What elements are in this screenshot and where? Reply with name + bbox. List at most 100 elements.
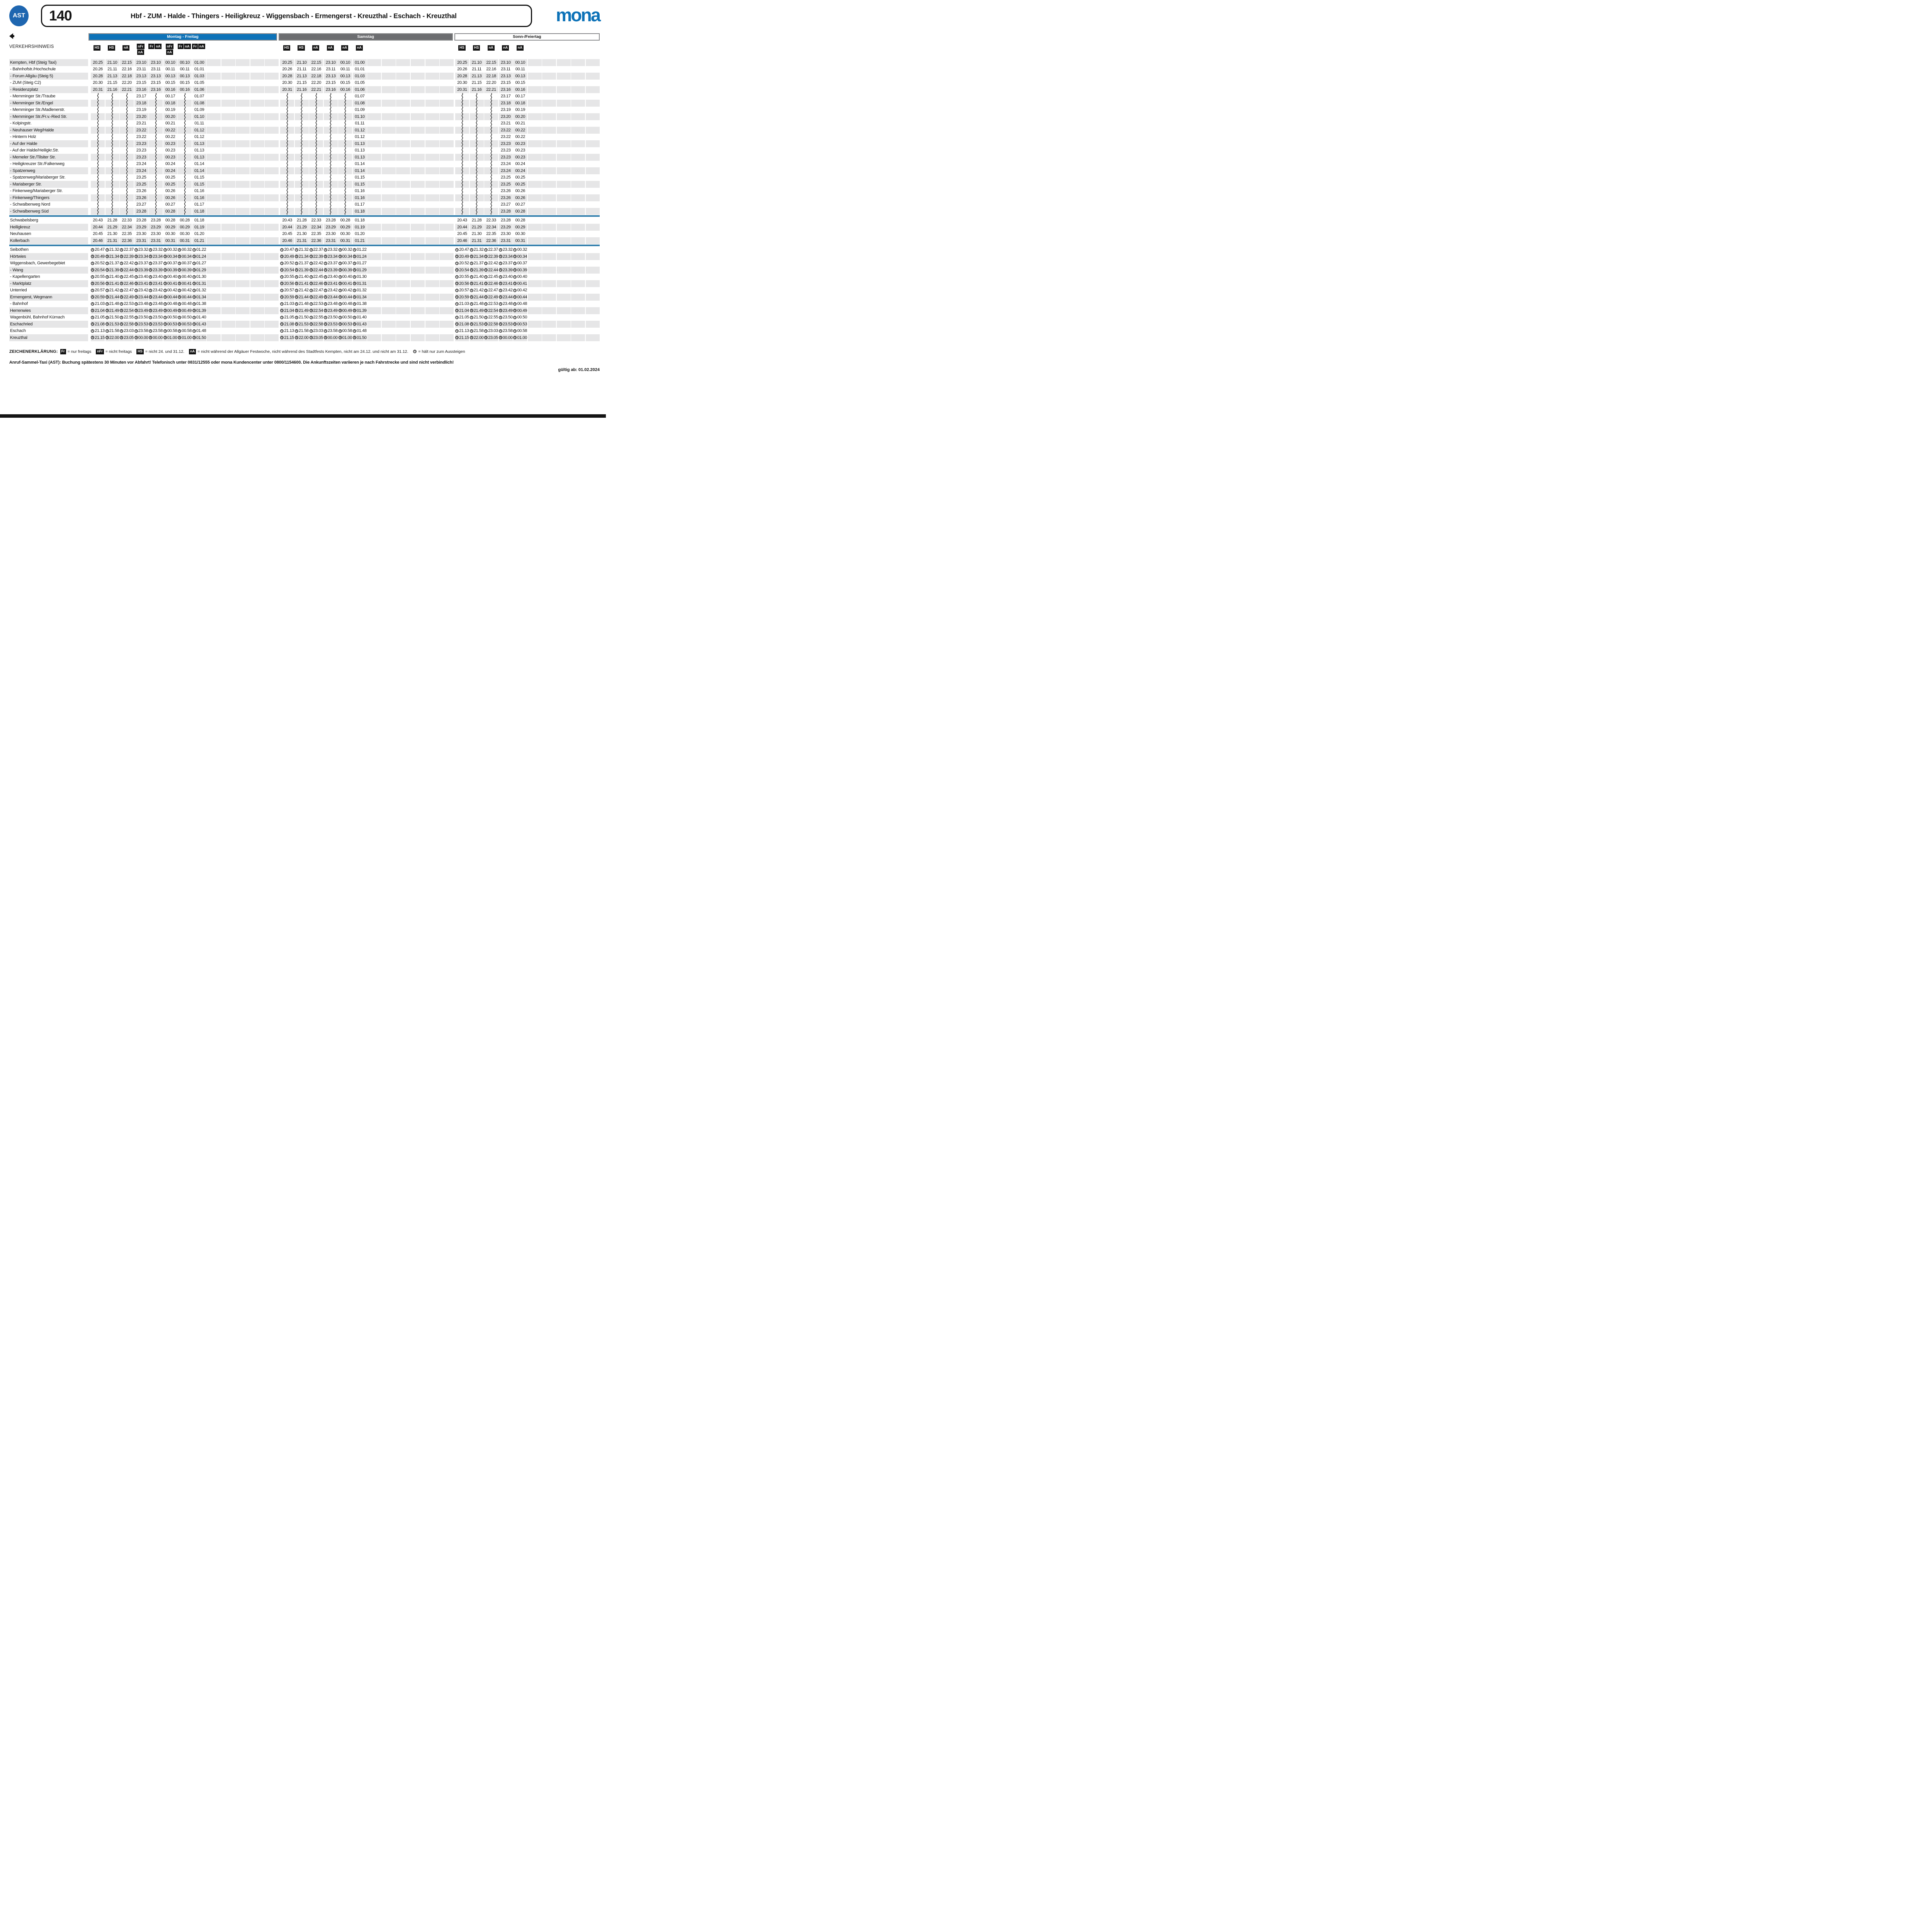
time-cell: 22.54 [484,307,498,314]
badge-cell: nFrnA [134,44,148,55]
clock-icon [134,275,138,279]
empty-cell [236,194,250,201]
empty-cell [586,93,600,100]
empty-cell [221,100,235,107]
empty-cell [440,167,454,174]
badge-cell: HS [105,44,119,55]
departure-time: 23.28 [501,209,511,214]
empty-cell [396,307,410,314]
empty-cell [236,161,250,168]
stop-name: Kollerbach [9,237,88,244]
wavy-skip-line-icon [490,174,493,181]
empty-cell [250,237,264,244]
wavy-skip-line-icon [315,174,318,181]
empty-cell [236,73,250,80]
empty-cell [440,154,454,161]
departure-time: 23.39 [138,268,148,272]
departure-time: 00.25 [515,175,525,180]
day-band-montag-freitag: Montag - Freitag [88,33,277,41]
ast-logo: AST [9,5,29,26]
empty-cell [396,93,410,100]
time-cell: 21.53 [295,321,309,328]
clock-icon [310,275,313,279]
time-cell: 01.10 [192,113,206,120]
departure-time: 21.10 [472,60,482,65]
empty-cell [236,147,250,154]
table-row: - Mariaberger Str.23.2500.2501.1501.1523… [9,181,600,188]
skip-cell [309,161,323,168]
time-cell: 01.00 [192,59,206,66]
time-cell: 23.23 [134,140,148,147]
empty-cell [236,231,250,238]
skip-cell [178,120,192,127]
row-section: 21.0321.4822.5323.4823.4800.4800.4801.38 [91,301,279,308]
empty-cell [221,321,235,328]
row-section: 20.5521.4022.4523.4000.4001.30 [280,274,454,281]
time-cell: 23.58 [324,328,338,335]
clock-icon [149,329,152,333]
clock-icon [280,302,284,306]
skip-cell [105,140,119,147]
empty-cell [571,194,585,201]
clock-icon [149,255,152,258]
time-cell: 23.41 [149,280,163,287]
empty-cell [236,274,250,281]
time-cell: 23.29 [499,224,513,231]
table-row: - Auf der Halde23.2300.2301.1301.1323.23… [9,140,600,147]
empty-cell [221,140,235,147]
time-cell: 00.50 [513,314,527,321]
empty-cell [382,93,396,100]
empty-cell [411,181,425,188]
time-cell: 00.49 [513,307,527,314]
empty-cell [425,314,439,321]
empty-cell [250,134,264,141]
clock-icon [455,262,459,265]
departure-time: 01.21 [355,238,365,243]
skip-cell [470,181,484,188]
skip-cell [280,120,294,127]
empty-cell [586,59,600,66]
clock-icon [310,255,313,258]
time-cell: 01.00 [353,59,367,66]
table-row: - Kapellengarten20.5521.4022.4523.4023.4… [9,274,600,281]
departure-time: 00.32 [167,247,177,252]
row-section: 20.4921.3422.3923.3423.3400.3400.3401.24 [91,253,279,260]
table-row: Hörtwies20.4921.3422.3923.3423.3400.3400… [9,253,600,260]
empty-cell [411,161,425,168]
skip-cell [105,120,119,127]
wavy-skip-line-icon [96,120,100,127]
departure-time: 01.32 [357,288,367,293]
empty-cell [265,107,279,114]
stop-name: - Memminger Str./Engel [9,100,88,107]
time-cell: 22.53 [309,301,323,308]
row-section: 21.0521.5022.5523.5023.5000.5000.5001.40 [91,314,279,321]
departure-time: 23.44 [503,295,513,299]
badge-cell [221,44,235,55]
time-cell: 21.03 [91,301,105,308]
time-cell: 20.31 [280,86,294,93]
departure-time: 00.26 [165,196,175,200]
departure-time: 21.13 [107,74,117,78]
empty-cell [396,294,410,301]
row-section: 23.2400.24 [455,167,600,174]
empty-cell [396,161,410,168]
wavy-skip-line-icon [96,113,100,120]
empty-cell [382,267,396,274]
time-cell: 00.23 [513,154,527,161]
departure-time: 23.26 [136,189,146,193]
empty-cell [265,80,279,87]
time-cell: 01.24 [192,253,206,260]
wavy-skip-line-icon [96,194,100,201]
departure-time: 23.15 [136,80,146,85]
time-cell: 22.33 [309,217,323,224]
time-cell: 00.11 [513,66,527,73]
row-section: 20.4921.3422.3923.3400.3401.24 [280,253,454,260]
empty-cell [542,113,556,120]
arrow-left-icon[interactable] [9,33,19,39]
departure-time: 21.48 [474,301,484,306]
empty-cell [221,134,235,141]
badge-cell: nA [498,44,512,55]
empty-cell [250,107,264,114]
note-badge-HS: HS [283,45,291,51]
empty-cell [542,321,556,328]
